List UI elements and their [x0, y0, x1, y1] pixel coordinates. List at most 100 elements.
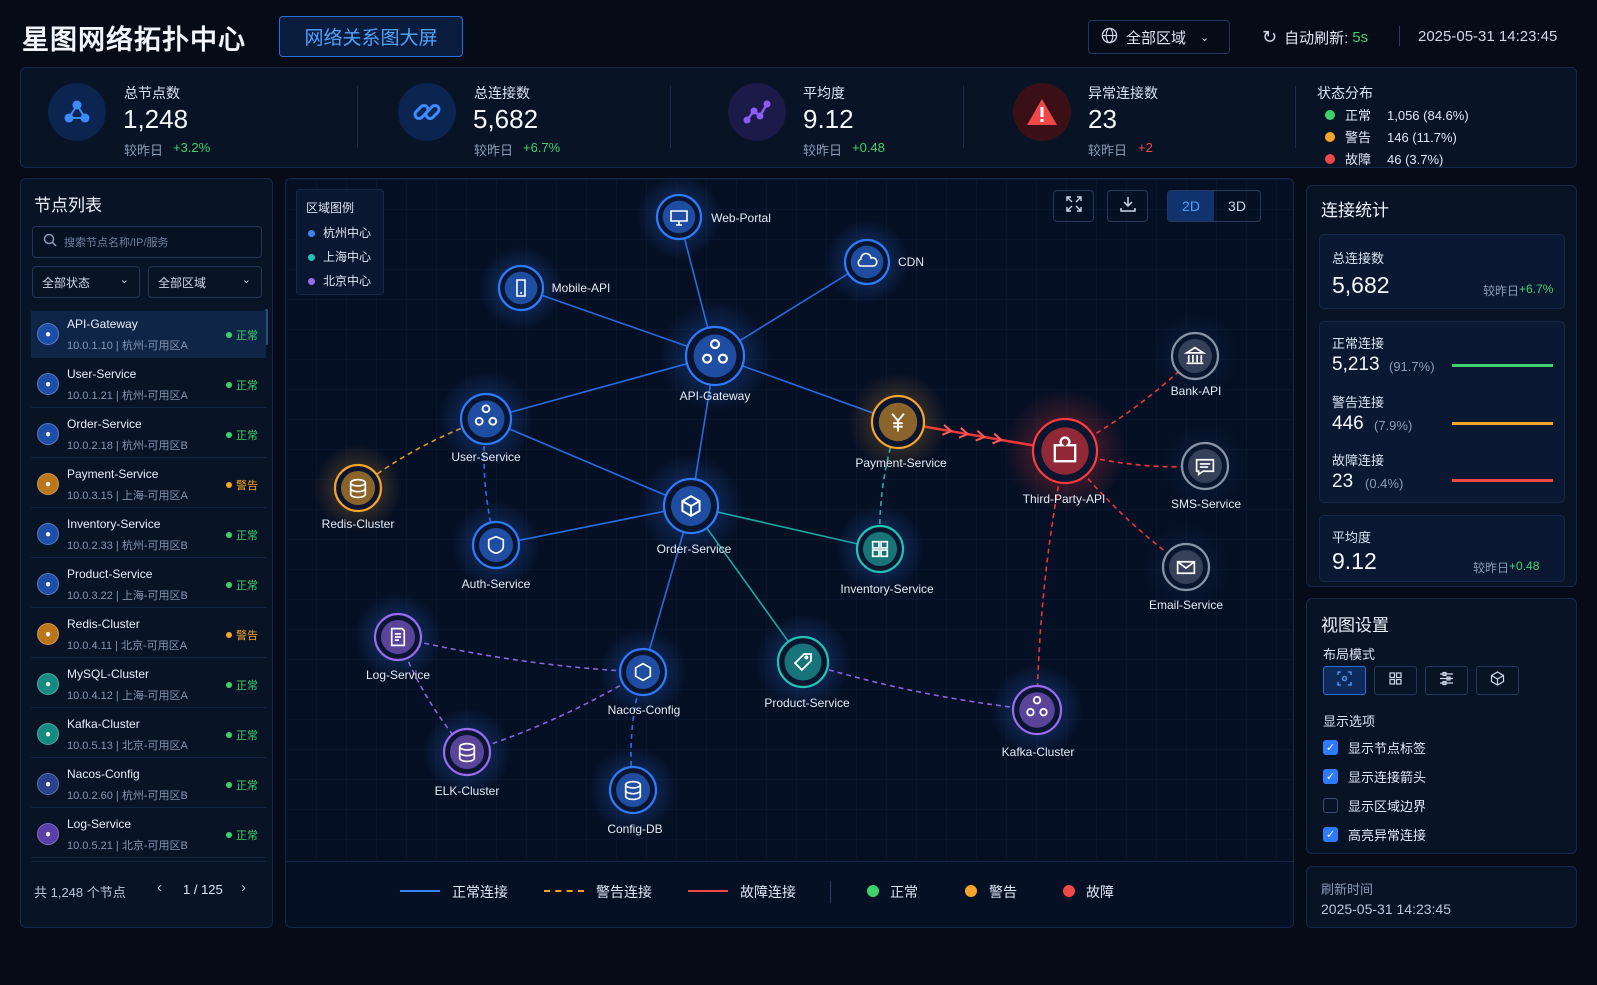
node-status: 正常 — [226, 777, 258, 793]
header-datetime: 2025-05-31 14:23:45 — [1418, 28, 1558, 45]
next-page-button[interactable]: › — [241, 879, 246, 896]
tab-network-screen[interactable]: 网络关系图大屏 — [279, 16, 463, 57]
graph-node[interactable] — [423, 708, 511, 796]
filter-status-select[interactable]: 全部状态 ⌄ — [32, 266, 140, 298]
node-list-item[interactable]: ● Order-Service 10.0.2.18 | 杭州-可用区B 正常 — [31, 411, 266, 458]
total-connections-cmp: 较昨日 — [1483, 284, 1520, 298]
node-list-item[interactable]: ● Log-Service 10.0.5.21 | 北京-可用区B 正常 — [31, 811, 266, 858]
graph-node-label: API-Gateway — [679, 389, 751, 403]
graph-node[interactable] — [825, 220, 909, 304]
node-name: Log-Service — [67, 817, 132, 831]
fullscreen-button[interactable] — [1053, 190, 1094, 222]
prev-page-button[interactable]: ‹ — [157, 879, 162, 896]
legend-dot-warn — [965, 885, 977, 897]
graph-node-label: Inventory-Service — [840, 582, 934, 596]
display-option[interactable]: ✓ 显示节点标签 — [1323, 738, 1426, 757]
node-list-item[interactable]: ● User-Service 10.0.1.21 | 杭州-可用区A 正常 — [31, 361, 266, 408]
checkbox[interactable]: ✓ — [1323, 769, 1338, 784]
filter-region-select[interactable]: 全部区域 ⌄ — [148, 266, 262, 298]
node-list-item[interactable]: ● Kafka-Cluster 10.0.5.13 | 北京-可用区A 正常 — [31, 711, 266, 758]
kpi-delta-connections: +6.7% — [523, 140, 561, 155]
total-connections-card: 总连接数 5,682 较昨日 +6.7% — [1319, 234, 1565, 309]
display-option-label: 显示连接箭头 — [1348, 770, 1427, 785]
layout-3d-button[interactable] — [1476, 666, 1519, 695]
status-row-warn: 警告 146 (11.7%) — [1325, 127, 1469, 149]
status-label: 警告 — [1345, 130, 1372, 145]
layout-hierarchy-button[interactable] — [1425, 666, 1468, 695]
graph-node[interactable] — [991, 664, 1083, 756]
topology-graph[interactable] — [286, 179, 1293, 859]
download-button[interactable] — [1107, 190, 1148, 222]
status-label: 故障 — [1345, 152, 1372, 167]
graph-node-label: CDN — [898, 255, 924, 269]
display-option[interactable]: ✓ 高亮异常连接 — [1323, 825, 1426, 844]
checkbox[interactable]: ✓ — [1323, 827, 1338, 842]
node-list-item[interactable]: ● Payment-Service 10.0.3.15 | 上海-可用区A 警告 — [31, 461, 266, 508]
node-list-item[interactable]: ● API-Gateway 10.0.1.10 | 杭州-可用区A 正常 — [31, 311, 266, 358]
search-input[interactable]: 搜索节点名称/IP/服务 — [32, 226, 262, 258]
tab-label: 网络关系图大屏 — [304, 28, 438, 49]
node-type-icon: ● — [37, 673, 59, 695]
warning-icon — [1013, 83, 1071, 141]
node-list-item[interactable]: ● Redis-Cluster 10.0.4.11 | 北京-可用区A 警告 — [31, 611, 266, 658]
node-name: Redis-Cluster — [67, 617, 140, 631]
layout-force-button[interactable] — [1323, 666, 1366, 695]
view-3d-button[interactable]: 3D — [1214, 191, 1260, 221]
graph-node-label: Product-Service — [764, 696, 850, 710]
hierarchy-layout-icon — [1439, 671, 1454, 691]
checkbox[interactable]: ✓ — [1323, 740, 1338, 755]
refresh-time-value: 2025-05-31 14:23:45 — [1321, 901, 1451, 917]
graph-node[interactable] — [479, 246, 563, 330]
display-option[interactable]: ✓ 显示连接箭头 — [1323, 767, 1426, 786]
graph-node-label: ELK-Cluster — [434, 784, 500, 798]
graph-node-label: Bank-API — [1170, 384, 1222, 398]
region-legend: 区域图例 杭州中心 上海中心 北京中心 — [296, 189, 384, 295]
status-dot — [226, 432, 232, 438]
node-ip-region: 10.0.5.21 | 北京-可用区B — [67, 840, 188, 852]
node-status-label: 正常 — [236, 430, 258, 442]
graph-node[interactable] — [836, 505, 924, 593]
layout-grid-button[interactable] — [1374, 666, 1417, 695]
node-list-item[interactable]: ● MySQL-Cluster 10.0.4.12 | 上海-可用区A 正常 — [31, 661, 266, 708]
node-ip-region: 10.0.2.60 | 杭州-可用区B — [67, 790, 188, 802]
checkbox[interactable] — [1323, 798, 1338, 813]
graph-node[interactable] — [452, 501, 540, 589]
auto-refresh[interactable]: ↻ 自动刷新: 5s — [1262, 27, 1368, 48]
node-status-label: 正常 — [236, 780, 258, 792]
display-option-label: 显示节点标签 — [1348, 741, 1427, 756]
node-list-item[interactable]: ● Nacos-Config 10.0.2.60 | 杭州-可用区B 正常 — [31, 761, 266, 808]
node-status: 正常 — [226, 377, 258, 393]
kpi-cmp-avg-degree: 较昨日 — [803, 143, 843, 158]
graph-node[interactable] — [637, 179, 721, 259]
node-list-item[interactable]: ● Product-Service 10.0.3.22 | 上海-可用区B 正常 — [31, 561, 266, 608]
region-legend-shanghai: 上海中心 — [308, 248, 371, 265]
cube-icon — [1490, 670, 1505, 691]
kpi-cmp-abnormal: 较昨日 — [1088, 143, 1128, 158]
filter-status-value: 全部状态 — [42, 275, 91, 290]
node-ip-region: 10.0.1.21 | 杭州-可用区A — [67, 390, 188, 402]
legend-label: 北京中心 — [323, 274, 372, 288]
status-dist-title: 状态分布 — [1317, 85, 1373, 101]
region-select[interactable]: 全部区域 ⌄ — [1088, 20, 1230, 54]
search-icon — [43, 233, 57, 252]
kpi-label-abnormal: 异常连接数 — [1088, 85, 1158, 101]
graph-node-label: User-Service — [451, 450, 521, 464]
legend-dot-fault — [1063, 885, 1075, 897]
page-indicator: 1 / 125 — [183, 882, 223, 897]
normal-links-bar — [1452, 364, 1553, 367]
refresh-panel: 刷新时间 2025-05-31 14:23:45 — [1306, 866, 1577, 928]
bottom-legend: 正常连接 警告连接 故障连接 正常 警告 故障 — [286, 879, 1293, 905]
status-value: 146 (11.7%) — [1387, 130, 1457, 145]
node-list-item[interactable]: ● Inventory-Service 10.0.2.33 | 杭州-可用区B 正常 — [31, 511, 266, 558]
status-row-ok: 正常 1,056 (84.6%) — [1325, 105, 1469, 127]
refresh-time-label: 刷新时间 — [1321, 882, 1374, 897]
warning-links-label: 警告连接 — [1332, 395, 1385, 410]
display-option[interactable]: 显示区域边界 — [1323, 796, 1426, 815]
graph-node-label: Web-Portal — [711, 211, 771, 225]
view-2d-button[interactable]: 2D — [1168, 191, 1214, 221]
kpi-label-avg-degree: 平均度 — [803, 85, 845, 101]
node-status-label: 警告 — [236, 480, 258, 492]
node-type-icon: ● — [37, 723, 59, 745]
graph-node[interactable] — [589, 746, 677, 834]
avg-degree-card: 平均度 9.12 较昨日 +0.48 — [1319, 515, 1565, 582]
